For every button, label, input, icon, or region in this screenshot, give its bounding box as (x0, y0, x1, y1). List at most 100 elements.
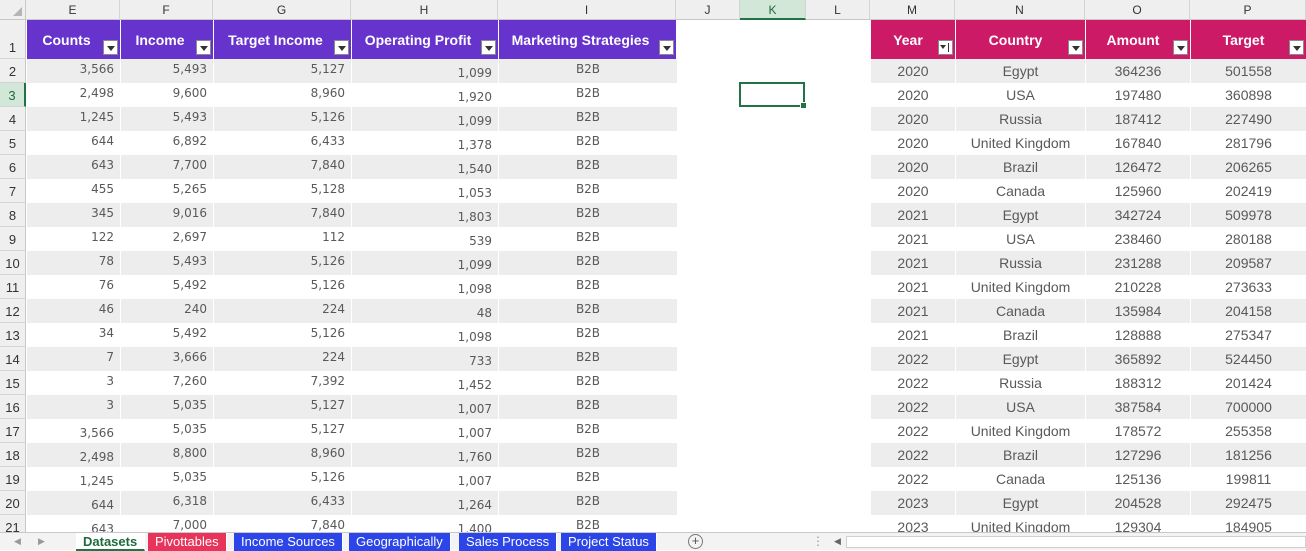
country-table-cell[interactable]: 2022 (871, 395, 955, 419)
country-table-cell[interactable]: 2023 (871, 515, 955, 532)
income-table-cell[interactable]: B2B (499, 107, 677, 131)
income-table-cell[interactable]: 3 (27, 395, 120, 419)
income-table-cell[interactable]: 1,098 (352, 323, 498, 347)
country-table-cell[interactable]: 128888 (1086, 323, 1190, 347)
income-table-cell[interactable]: B2B (499, 203, 677, 227)
column-header-o[interactable]: O (1085, 0, 1190, 20)
income-table-cell[interactable]: B2B (499, 515, 677, 532)
country-table-cell[interactable]: Egypt (956, 59, 1085, 83)
income-table-cell[interactable]: 1,053 (352, 179, 498, 203)
country-table-cell[interactable]: 509978 (1191, 203, 1306, 227)
country-table-cell[interactable]: Egypt (956, 203, 1085, 227)
income-table-cell[interactable]: 1,760 (352, 443, 498, 467)
income-table-cell[interactable]: 76 (27, 275, 120, 299)
country-table-cell[interactable]: 2021 (871, 299, 955, 323)
income-table-cell[interactable]: 644 (27, 131, 120, 155)
country-table-header[interactable]: Year (871, 20, 955, 59)
income-table-cell[interactable]: 112 (214, 227, 351, 251)
country-table-cell[interactable]: 125960 (1086, 179, 1190, 203)
income-table-cell[interactable]: B2B (499, 347, 677, 371)
country-table-cell[interactable]: 524450 (1191, 347, 1306, 371)
income-table-cell[interactable]: B2B (499, 395, 677, 419)
country-table-cell[interactable]: 197480 (1086, 83, 1190, 107)
income-table-cell[interactable]: B2B (499, 467, 677, 491)
country-table-cell[interactable]: 364236 (1086, 59, 1190, 83)
income-table-cell[interactable]: 1,007 (352, 395, 498, 419)
income-table-cell[interactable]: B2B (499, 491, 677, 515)
select-all-corner[interactable] (0, 0, 26, 20)
income-table-cell[interactable]: 1,099 (352, 59, 498, 83)
row-header-5[interactable]: 5 (0, 131, 26, 155)
column-header-n[interactable]: N (955, 0, 1085, 20)
income-table-cell[interactable]: 2,498 (27, 443, 120, 467)
country-table-cell[interactable]: United Kingdom (956, 275, 1085, 299)
country-table-cell[interactable]: United Kingdom (956, 419, 1085, 443)
country-table-cell[interactable]: 238460 (1086, 227, 1190, 251)
country-table-cell[interactable]: 201424 (1191, 371, 1306, 395)
income-table-cell[interactable]: 8,960 (214, 83, 351, 107)
country-table-cell[interactable]: 206265 (1191, 155, 1306, 179)
income-table-cell[interactable]: 240 (121, 299, 213, 323)
country-table-cell[interactable]: Brazil (956, 443, 1085, 467)
country-table-cell[interactable]: 187412 (1086, 107, 1190, 131)
sheet-tab-geographically[interactable]: Geographically (349, 533, 451, 551)
column-header-k[interactable]: K (740, 0, 806, 20)
income-table-cell[interactable]: 122 (27, 227, 120, 251)
income-table-cell[interactable]: 7,840 (214, 155, 351, 179)
country-table-cell[interactable]: Canada (956, 179, 1085, 203)
income-table-cell[interactable]: 1,098 (352, 275, 498, 299)
income-table-cell[interactable]: 1,378 (352, 131, 498, 155)
sheet-tab-pivottables[interactable]: Pivottables (148, 533, 227, 551)
income-table-cell[interactable]: 5,128 (214, 179, 351, 203)
income-table-cell[interactable]: 1,007 (352, 467, 498, 491)
row-header-9[interactable]: 9 (0, 227, 26, 251)
income-table-cell[interactable]: 1,803 (352, 203, 498, 227)
row-header-11[interactable]: 11 (0, 275, 26, 299)
row-header-3[interactable]: 3 (0, 83, 26, 107)
country-table-cell[interactable]: 126472 (1086, 155, 1190, 179)
income-table-cell[interactable]: 6,892 (121, 131, 213, 155)
income-table-cell[interactable]: 1,007 (352, 419, 498, 443)
country-table-cell[interactable]: 188312 (1086, 371, 1190, 395)
income-table-cell[interactable]: 48 (352, 299, 498, 323)
income-table-cell[interactable]: 5,035 (121, 419, 213, 443)
row-header-15[interactable]: 15 (0, 371, 26, 395)
income-table-header[interactable]: Counts (27, 20, 120, 59)
country-table-cell[interactable]: United Kingdom (956, 515, 1085, 532)
income-table-header[interactable]: Income (121, 20, 213, 59)
income-table-cell[interactable]: 5,035 (121, 395, 213, 419)
income-table-cell[interactable]: 1,400 (352, 515, 498, 532)
income-table-cell[interactable]: 643 (27, 515, 120, 532)
horizontal-scrollbar[interactable] (846, 536, 1306, 548)
income-table-cell[interactable]: 1,540 (352, 155, 498, 179)
country-table-cell[interactable]: 2020 (871, 107, 955, 131)
row-header-21[interactable]: 21 (0, 515, 26, 532)
income-table-cell[interactable]: 8,960 (214, 443, 351, 467)
nav-prev-icon[interactable]: ◀ (14, 536, 21, 547)
country-table-cell[interactable]: 202419 (1191, 179, 1306, 203)
income-table-cell[interactable]: 1,245 (27, 107, 120, 131)
country-table-cell[interactable]: 2020 (871, 83, 955, 107)
income-table-cell[interactable]: 5,127 (214, 395, 351, 419)
income-table-cell[interactable]: B2B (499, 323, 677, 347)
country-table-cell[interactable]: 2021 (871, 251, 955, 275)
income-table-cell[interactable]: 34 (27, 323, 120, 347)
country-table-cell[interactable]: 129304 (1086, 515, 1190, 532)
row-header-6[interactable]: 6 (0, 155, 26, 179)
country-table-cell[interactable]: 360898 (1191, 83, 1306, 107)
country-table-cell[interactable]: 209587 (1191, 251, 1306, 275)
active-cell-selection[interactable] (739, 82, 807, 109)
income-table-cell[interactable]: B2B (499, 227, 677, 251)
country-table-cell[interactable]: 292475 (1191, 491, 1306, 515)
income-table-cell[interactable]: 5,265 (121, 179, 213, 203)
income-table-cell[interactable]: 5,127 (214, 419, 351, 443)
sheet-tab-sales-process[interactable]: Sales Process (459, 533, 558, 551)
country-table-cell[interactable]: 210228 (1086, 275, 1190, 299)
country-table-cell[interactable]: Egypt (956, 491, 1085, 515)
income-table-cell[interactable]: 7,840 (214, 203, 351, 227)
income-table-cell[interactable]: B2B (499, 251, 677, 275)
income-table-cell[interactable]: B2B (499, 131, 677, 155)
income-table-cell[interactable]: 5,493 (121, 251, 213, 275)
income-table-cell[interactable]: 5,493 (121, 59, 213, 83)
row-header-12[interactable]: 12 (0, 299, 26, 323)
